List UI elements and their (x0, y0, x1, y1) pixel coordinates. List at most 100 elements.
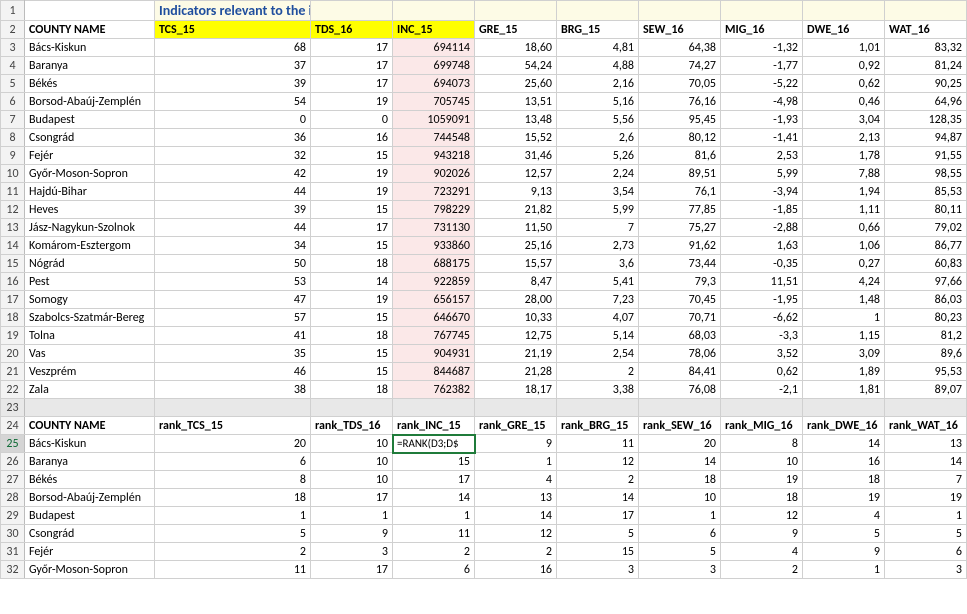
rank-cell[interactable]: 8 (155, 471, 311, 489)
data-cell[interactable]: 80,11 (885, 201, 967, 219)
rank-col-header[interactable]: rank_GRE_15 (475, 417, 557, 435)
row-header[interactable]: 30 (1, 525, 25, 543)
data-cell[interactable]: 85,53 (885, 183, 967, 201)
data-cell[interactable]: 17 (311, 219, 393, 237)
data-cell[interactable]: 13,48 (475, 111, 557, 129)
col-header-inc_15[interactable]: INC_15 (393, 21, 475, 39)
data-cell[interactable]: -3,94 (721, 183, 803, 201)
data-cell[interactable]: 1,63 (721, 237, 803, 255)
rank-cell[interactable]: 2 (393, 543, 475, 561)
data-cell[interactable]: 17 (311, 75, 393, 93)
data-cell[interactable]: 1,89 (803, 363, 885, 381)
county-name[interactable]: Heves (25, 201, 155, 219)
data-cell[interactable]: 762382 (393, 381, 475, 399)
data-cell[interactable]: 18 (311, 255, 393, 273)
data-cell[interactable]: 8,47 (475, 273, 557, 291)
row-header[interactable]: 14 (1, 237, 25, 255)
rank-cell[interactable]: 14 (885, 453, 967, 471)
county-name[interactable]: Győr-Moson-Sopron (25, 561, 155, 579)
data-cell[interactable]: 2,16 (557, 75, 639, 93)
data-cell[interactable]: 11,50 (475, 219, 557, 237)
county-name[interactable]: Csongrád (25, 525, 155, 543)
data-cell[interactable]: 7,88 (803, 165, 885, 183)
rank-col-header[interactable]: COUNTY NAME (25, 417, 155, 435)
county-name[interactable]: Vas (25, 345, 155, 363)
rank-cell[interactable]: 9 (475, 435, 557, 453)
rank-cell[interactable]: 18 (721, 489, 803, 507)
county-name[interactable]: Budapest (25, 111, 155, 129)
data-cell[interactable]: 15 (311, 237, 393, 255)
data-cell[interactable]: 922859 (393, 273, 475, 291)
data-cell[interactable]: 0,62 (803, 75, 885, 93)
rank-col-header[interactable]: rank_WAT_16 (885, 417, 967, 435)
data-cell[interactable]: 60,83 (885, 255, 967, 273)
data-cell[interactable]: 79,02 (885, 219, 967, 237)
data-cell[interactable]: 15 (311, 201, 393, 219)
county-name[interactable]: Fejér (25, 543, 155, 561)
data-cell[interactable]: 1,01 (803, 39, 885, 57)
data-cell[interactable]: 844687 (393, 363, 475, 381)
rank-cell[interactable]: 11 (393, 525, 475, 543)
data-cell[interactable]: 128,35 (885, 111, 967, 129)
data-cell[interactable]: 0,62 (721, 363, 803, 381)
rank-cell[interactable]: 10 (721, 453, 803, 471)
county-name[interactable]: Jász-Nagykun-Szolnok (25, 219, 155, 237)
data-cell[interactable]: 17 (311, 57, 393, 75)
rank-cell[interactable]: 20 (639, 435, 721, 453)
data-cell[interactable]: 3,09 (803, 345, 885, 363)
county-name[interactable]: Nógrád (25, 255, 155, 273)
data-cell[interactable]: 70,45 (639, 291, 721, 309)
col-header-mig_16[interactable]: MIG_16 (721, 21, 803, 39)
data-cell[interactable]: 21,19 (475, 345, 557, 363)
rank-cell[interactable]: 11 (557, 435, 639, 453)
data-cell[interactable]: 89,51 (639, 165, 721, 183)
data-cell[interactable]: 39 (155, 75, 311, 93)
rank-cell[interactable]: 19 (885, 489, 967, 507)
data-cell[interactable]: 1 (803, 309, 885, 327)
data-cell[interactable]: 68,03 (639, 327, 721, 345)
data-cell[interactable]: -0,35 (721, 255, 803, 273)
row-header[interactable]: 5 (1, 75, 25, 93)
county-name[interactable]: Bács-Kiskun (25, 39, 155, 57)
rank-cell[interactable]: 18 (155, 489, 311, 507)
data-cell[interactable]: 95,53 (885, 363, 967, 381)
rank-cell[interactable]: 12 (721, 507, 803, 525)
data-cell[interactable]: 68 (155, 39, 311, 57)
data-cell[interactable]: 694114 (393, 39, 475, 57)
data-cell[interactable]: 34 (155, 237, 311, 255)
data-cell[interactable]: 18,60 (475, 39, 557, 57)
data-cell[interactable]: 4,24 (803, 273, 885, 291)
data-cell[interactable]: 35 (155, 345, 311, 363)
data-cell[interactable]: 19 (311, 93, 393, 111)
data-cell[interactable]: 79,3 (639, 273, 721, 291)
data-cell[interactable]: 656157 (393, 291, 475, 309)
row-header[interactable]: 7 (1, 111, 25, 129)
rank-cell[interactable]: 14 (639, 453, 721, 471)
data-cell[interactable]: 21,28 (475, 363, 557, 381)
data-cell[interactable]: 3,52 (721, 345, 803, 363)
data-cell[interactable]: 53 (155, 273, 311, 291)
row-header[interactable]: 24 (1, 417, 25, 435)
rank-cell[interactable]: 15 (393, 453, 475, 471)
col-header-gre_15[interactable]: GRE_15 (475, 21, 557, 39)
data-cell[interactable]: 767745 (393, 327, 475, 345)
data-cell[interactable]: -1,32 (721, 39, 803, 57)
rank-cell[interactable]: 16 (803, 453, 885, 471)
data-cell[interactable]: -2,1 (721, 381, 803, 399)
data-cell[interactable]: 7,23 (557, 291, 639, 309)
data-cell[interactable]: 3,38 (557, 381, 639, 399)
row-header[interactable]: 13 (1, 219, 25, 237)
data-cell[interactable]: 38 (155, 381, 311, 399)
rank-cell[interactable]: 14 (803, 435, 885, 453)
rank-cell[interactable]: 2 (721, 561, 803, 579)
data-cell[interactable]: -1,41 (721, 129, 803, 147)
data-cell[interactable]: 42 (155, 165, 311, 183)
rank-cell[interactable]: 16 (475, 561, 557, 579)
data-cell[interactable]: 3,04 (803, 111, 885, 129)
rank-cell[interactable]: 1 (475, 453, 557, 471)
rank-cell[interactable]: 19 (803, 489, 885, 507)
row-header[interactable]: 18 (1, 309, 25, 327)
rank-cell[interactable]: 11 (155, 561, 311, 579)
row-header[interactable]: 31 (1, 543, 25, 561)
data-cell[interactable]: 91,62 (639, 237, 721, 255)
